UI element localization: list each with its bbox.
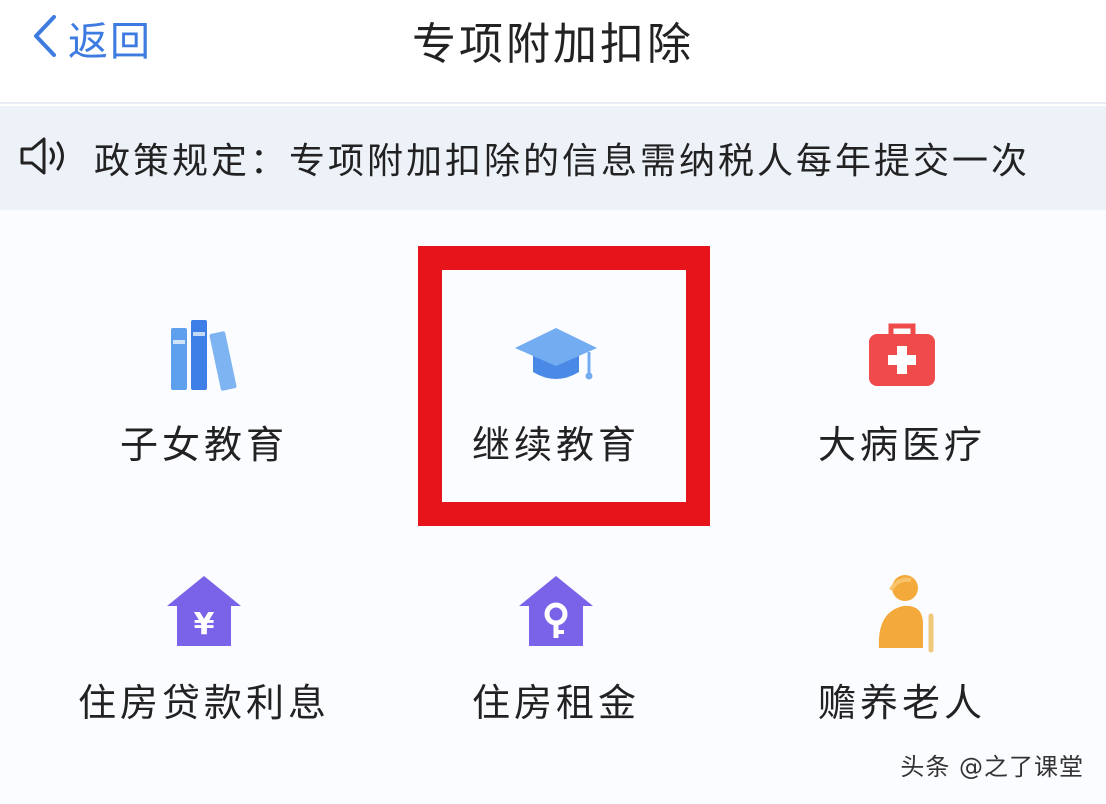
notice-text: 政策规定：专项附加扣除的信息需纳税人每年提交一次 bbox=[94, 141, 1031, 182]
tile-housing-rent[interactable]: 住房租金 bbox=[406, 568, 706, 727]
tile-label: 子女教育 bbox=[119, 423, 288, 467]
tile-label: 赡养老人 bbox=[817, 681, 986, 725]
books-icon bbox=[159, 310, 249, 400]
graduation-cap-icon bbox=[511, 310, 601, 400]
house-yen-icon: ¥ bbox=[159, 568, 249, 658]
tile-elderly-support[interactable]: 赡养老人 bbox=[752, 568, 1052, 727]
policy-notice: 政策规定：专项附加扣除的信息需纳税人每年提交一次 bbox=[0, 106, 1106, 210]
watermark: 头条 @之了课堂 bbox=[900, 753, 1084, 781]
tile-continuing-education[interactable]: 继续教育 bbox=[406, 310, 706, 469]
speaker-icon bbox=[18, 135, 72, 181]
tile-housing-loan-interest[interactable]: ¥ 住房贷款利息 bbox=[54, 568, 354, 727]
tile-label: 住房贷款利息 bbox=[77, 681, 330, 725]
svg-text:¥: ¥ bbox=[194, 607, 215, 642]
tile-label: 住房租金 bbox=[471, 681, 640, 725]
house-key-icon bbox=[511, 568, 601, 658]
tile-label: 继续教育 bbox=[471, 423, 640, 467]
nav-bar: 返回 专项附加扣除 bbox=[0, 0, 1106, 104]
tile-children-education[interactable]: 子女教育 bbox=[54, 310, 354, 469]
tile-serious-illness[interactable]: 大病医疗 bbox=[752, 310, 1052, 469]
elderly-person-icon bbox=[857, 568, 947, 658]
page-title: 专项附加扣除 bbox=[412, 19, 694, 70]
tile-label: 大病医疗 bbox=[817, 423, 986, 467]
medical-kit-icon bbox=[857, 310, 947, 400]
